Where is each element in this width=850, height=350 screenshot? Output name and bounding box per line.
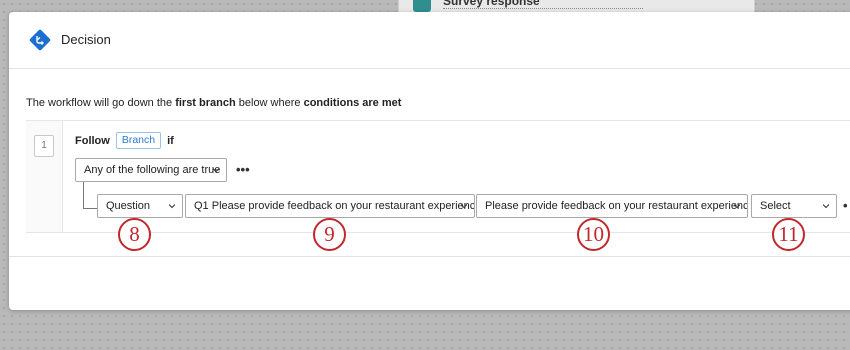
intro-conditions-met: conditions are met [303, 97, 402, 109]
condition-group-value: Any of the following are true [84, 164, 221, 176]
background-card-title: Survey response [443, 0, 540, 8]
chevron-down-icon [213, 168, 219, 173]
chevron-down-icon [823, 204, 829, 209]
follow-branch-row: Follow Branch if [75, 132, 174, 149]
field-type-select[interactable]: Question [97, 194, 183, 218]
modal-title: Decision [61, 32, 111, 47]
branch-tag[interactable]: Branch [115, 132, 162, 149]
intro-first-branch: first branch [175, 97, 236, 109]
sub-field-select[interactable]: Please provide feedback on your restaura… [476, 194, 748, 218]
follow-label: Follow [75, 134, 110, 147]
field-type-value: Question [106, 200, 151, 212]
modal-header: Decision [9, 12, 850, 69]
sub-field-value: Please provide feedback on your restaura… [485, 200, 748, 212]
callout-9: 9 [313, 218, 346, 251]
modal-divider [9, 256, 850, 257]
chevron-down-icon [461, 204, 467, 209]
condition-group-select[interactable]: Any of the following are true [75, 158, 227, 182]
chevron-down-icon [169, 204, 175, 209]
decision-modal: Decision The workflow will go down the f… [9, 12, 850, 310]
callout-8: 8 [118, 218, 151, 251]
condition-group-more-button[interactable]: ••• [236, 162, 250, 177]
workflow-intro-text: The workflow will go down the first bran… [26, 97, 402, 109]
callout-11: 11 [772, 218, 805, 251]
callout-10: 10 [577, 218, 610, 251]
condition-connector [83, 182, 98, 209]
if-label: if [167, 134, 174, 147]
operator-value: Select [760, 200, 791, 212]
question-value: Q1 Please provide feedback on your resta… [194, 200, 475, 212]
operator-select[interactable]: Select [751, 194, 837, 218]
decision-icon [29, 29, 51, 51]
branch-number: 1 [34, 135, 54, 157]
chevron-down-icon [734, 204, 740, 209]
survey-icon [413, 0, 431, 12]
question-select[interactable]: Q1 Please provide feedback on your resta… [185, 194, 475, 218]
condition-more-button[interactable]: • [843, 198, 848, 213]
